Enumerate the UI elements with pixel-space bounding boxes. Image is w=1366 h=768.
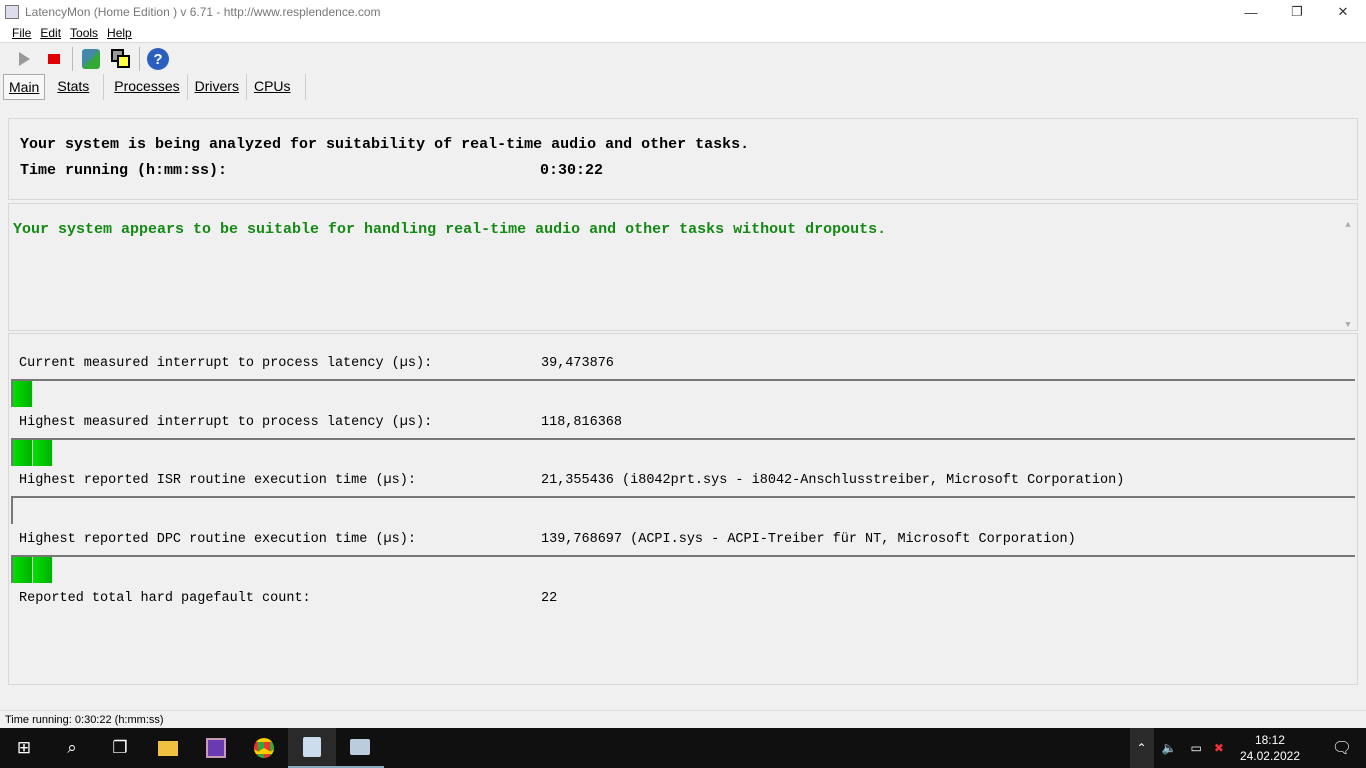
show-hidden-icons-button[interactable]: ⌃: [1129, 728, 1154, 768]
metric-label: Current measured interrupt to process la…: [19, 356, 433, 371]
metric-label: Reported total hard pagefault count:: [19, 591, 311, 606]
monitor-icon: [350, 739, 370, 755]
clock-date: 24.02.2022: [1239, 749, 1300, 763]
metric-value: 39,473876: [541, 356, 614, 371]
status-bar: Time running: 0:30:22 (h:mm:ss): [0, 710, 1366, 728]
bar-segment: [13, 381, 33, 407]
tab-stats[interactable]: Stats: [45, 74, 105, 100]
metric-highest-latency: Highest measured interrupt to process la…: [19, 415, 622, 430]
verdict-text: Your system appears to be suitable for h…: [13, 221, 887, 238]
volume-icon[interactable]: 🔈: [1162, 741, 1177, 755]
scroll-up-icon: ▲: [1345, 220, 1351, 230]
analysis-status: Your system is being analyzed for suitab…: [20, 135, 750, 153]
windows-logo-icon: ⊞: [16, 738, 32, 757]
close-button[interactable]: ✕: [1320, 0, 1366, 24]
metric-value: 139,768697 (ACPI.sys - ACPI-Treiber für …: [541, 532, 1076, 547]
metric-value: 22: [541, 591, 558, 606]
chrome-button[interactable]: [240, 728, 288, 768]
metric-value: 21,355436 (i8042prt.sys - i8042-Anschlus…: [541, 473, 1125, 488]
restore-button[interactable]: ❐: [1274, 0, 1320, 24]
menu-bar: File Edit Tools Help: [0, 24, 1366, 43]
time-running-label: Time running (h:mm:ss):: [20, 161, 228, 179]
metric-isr: Highest reported ISR routine execution t…: [19, 473, 1124, 488]
clock-time: 18:12: [1254, 733, 1285, 747]
start-button[interactable]: ⊞: [0, 728, 48, 768]
metric-dpc: Highest reported DPC routine execution t…: [19, 532, 1076, 547]
menu-tools[interactable]: Tools: [70, 26, 98, 40]
windows-button[interactable]: [109, 47, 133, 71]
bar-current-latency: [11, 379, 1355, 407]
toolbar: ?: [0, 44, 176, 74]
metric-label: Highest reported DPC routine execution t…: [19, 532, 416, 547]
metric-label: Highest measured interrupt to process la…: [19, 415, 433, 430]
tab-drivers[interactable]: Drivers: [188, 74, 247, 100]
help-button[interactable]: ?: [146, 47, 170, 71]
bar-segment: [33, 440, 53, 466]
metrics-panel: Current measured interrupt to process la…: [8, 333, 1358, 685]
help-icon: ?: [147, 48, 169, 70]
tab-main[interactable]: Main: [3, 74, 46, 100]
bar-isr: [11, 496, 1355, 524]
app-icon: [5, 5, 19, 19]
search-icon: ⌕: [67, 738, 77, 757]
latencymon-taskbar-button[interactable]: [288, 728, 336, 768]
stop-button[interactable]: [42, 47, 66, 71]
title-bar: LatencyMon (Home Edition ) v 6.71 - http…: [0, 0, 1366, 24]
time-running-value: 0:30:22: [540, 161, 604, 179]
task-view-button[interactable]: ❐: [96, 728, 144, 768]
windows-icon: [111, 49, 131, 69]
report-icon: [82, 49, 100, 69]
latencymon-icon: [303, 737, 321, 757]
bar-dpc: [11, 555, 1355, 583]
play-icon: [18, 52, 30, 66]
task-view-icon: ❐: [112, 738, 128, 757]
play-button[interactable]: [12, 47, 36, 71]
app2-taskbar-button[interactable]: [336, 728, 384, 768]
verdict-scrollbar[interactable]: ▲ ▼: [1339, 220, 1357, 330]
explorer-button[interactable]: [144, 728, 192, 768]
minimize-button[interactable]: —: [1228, 0, 1274, 24]
tab-cpus[interactable]: CPUs: [247, 74, 306, 100]
metric-pagefault: Reported total hard pagefault count: 22: [19, 591, 557, 606]
taskbar: ⊞ ⌕ ❐ ⌃ 🔈 ▭ ✖ 18:12 24.02.2022 🗨: [0, 728, 1366, 768]
bar-highest-latency: [11, 438, 1355, 466]
metric-current-latency: Current measured interrupt to process la…: [19, 356, 614, 371]
verdict-panel: Your system appears to be suitable for h…: [8, 203, 1358, 331]
analysis-summary: Your system is being analyzed for suitab…: [8, 118, 1358, 200]
bar-segment: [13, 440, 33, 466]
menu-file[interactable]: File: [12, 26, 31, 40]
app-button[interactable]: [192, 728, 240, 768]
menu-edit[interactable]: Edit: [40, 26, 61, 40]
search-button[interactable]: ⌕: [48, 728, 96, 768]
system-tray: ⌃ 🔈 ▭ ✖ 18:12 24.02.2022 🗨: [1129, 728, 1366, 768]
metric-value: 118,816368: [541, 415, 623, 430]
tab-bar: Main Stats Processes Drivers CPUs: [3, 74, 306, 100]
network-disconnected-icon[interactable]: ✖: [1214, 741, 1224, 755]
folder-icon: [158, 740, 178, 756]
report-button[interactable]: [79, 47, 103, 71]
chip-icon: [206, 738, 226, 758]
bar-segment: [13, 557, 33, 583]
metric-label: Highest reported ISR routine execution t…: [19, 473, 416, 488]
chrome-icon: [254, 738, 274, 758]
stop-icon: [48, 54, 60, 64]
menu-help[interactable]: Help: [107, 26, 132, 40]
battery-icon[interactable]: ▭: [1191, 741, 1202, 755]
notifications-icon[interactable]: 🗨: [1318, 738, 1366, 758]
bar-segment: [33, 557, 53, 583]
tab-processes[interactable]: Processes: [104, 74, 188, 100]
clock[interactable]: 18:12 24.02.2022: [1240, 732, 1300, 764]
scroll-down-icon: ▼: [1345, 320, 1351, 330]
window-title: LatencyMon (Home Edition ) v 6.71 - http…: [25, 5, 381, 19]
